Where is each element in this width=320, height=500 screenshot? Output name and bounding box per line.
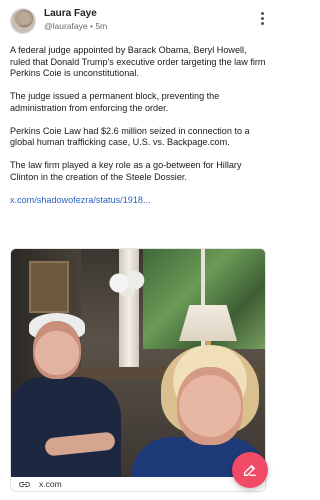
post-paragraph: The law firm played a key role as a go-b… [10, 160, 242, 182]
post-paragraph: The judge issued a permanent block, prev… [10, 91, 220, 113]
card-domain: x.com [39, 479, 62, 489]
link-preview-card[interactable]: x.com [10, 248, 266, 492]
compose-icon [244, 465, 256, 476]
post-link[interactable]: x.com/shadowofezra/status/1918... [10, 195, 151, 205]
meta-separator: • [89, 21, 93, 31]
author-name[interactable]: Laura Faye [44, 8, 97, 19]
post-time: 5m [95, 21, 108, 31]
preview-image[interactable] [11, 249, 265, 477]
author-meta: @laurafaye • 5m [44, 21, 107, 31]
more-vertical-icon[interactable] [256, 10, 268, 28]
post-header: Laura Faye @laurafaye • 5m [10, 8, 268, 38]
card-footer[interactable]: x.com [11, 477, 265, 491]
avatar[interactable] [10, 8, 36, 34]
compose-button[interactable] [232, 452, 268, 488]
post-paragraph: A federal judge appointed by Barack Obam… [10, 45, 266, 78]
post-paragraph: Perkins Coie Law had $2.6 million seized… [10, 125, 250, 148]
link-icon [19, 482, 30, 487]
post: Laura Faye @laurafaye • 5m A federal jud… [0, 0, 277, 500]
author-handle[interactable]: @laurafaye [44, 21, 88, 31]
post-body: A federal judge appointed by Barack Obam… [10, 45, 268, 206]
